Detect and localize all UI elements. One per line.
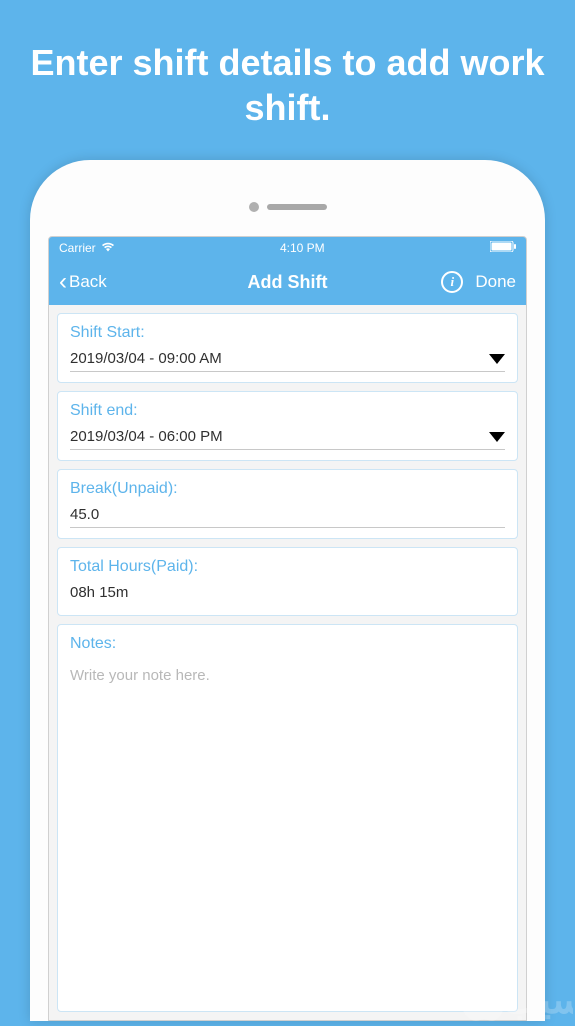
back-button[interactable]: ‹ Back <box>59 270 107 294</box>
carrier-label: Carrier <box>59 241 96 255</box>
content-area: Shift Start: 2019/03/04 - 09:00 AM Shift… <box>49 305 526 1020</box>
notes-label: Notes: <box>70 635 505 653</box>
phone-speaker-area <box>48 178 527 236</box>
done-button[interactable]: Done <box>475 272 516 292</box>
chevron-down-icon <box>489 432 505 442</box>
info-button[interactable]: i <box>441 271 463 293</box>
shift-start-label: Shift Start: <box>70 324 505 342</box>
status-time: 4:10 PM <box>280 241 325 255</box>
phone-frame: Carrier 4:10 PM ‹ Back <box>30 160 545 1021</box>
shift-end-value: 2019/03/04 - 06:00 PM <box>70 428 223 445</box>
promo-title: Enter shift details to add work shift. <box>0 0 575 160</box>
phone-screen: Carrier 4:10 PM ‹ Back <box>48 236 527 1021</box>
total-hours-card: Total Hours(Paid): 08h 15m <box>57 547 518 616</box>
back-label: Back <box>69 272 107 292</box>
status-bar: Carrier 4:10 PM <box>49 237 526 259</box>
break-label: Break(Unpaid): <box>70 480 505 498</box>
shift-end-card: Shift end: 2019/03/04 - 06:00 PM <box>57 391 518 461</box>
battery-icon <box>490 241 516 255</box>
notes-card: Notes: Write your note here. <box>57 624 518 1012</box>
notes-input[interactable]: Write your note here. <box>70 661 505 684</box>
shift-start-card: Shift Start: 2019/03/04 - 09:00 AM <box>57 313 518 383</box>
shift-end-dropdown[interactable]: 2019/03/04 - 06:00 PM <box>70 428 505 450</box>
total-hours-value: 08h 15m <box>70 584 505 605</box>
chevron-left-icon: ‹ <box>59 270 67 294</box>
break-card: Break(Unpaid): 45.0 <box>57 469 518 539</box>
nav-bar: ‹ Back Add Shift i Done <box>49 259 526 305</box>
shift-end-label: Shift end: <box>70 402 505 420</box>
wifi-icon <box>101 241 115 255</box>
shift-start-value: 2019/03/04 - 09:00 AM <box>70 350 222 367</box>
total-hours-label: Total Hours(Paid): <box>70 558 505 576</box>
chevron-down-icon <box>489 354 505 364</box>
info-icon: i <box>451 274 455 290</box>
screen-title: Add Shift <box>248 272 328 293</box>
break-input[interactable]: 45.0 <box>70 506 505 528</box>
shift-start-dropdown[interactable]: 2019/03/04 - 09:00 AM <box>70 350 505 372</box>
camera-dot-icon <box>249 202 259 212</box>
speaker-slot-icon <box>267 204 327 210</box>
